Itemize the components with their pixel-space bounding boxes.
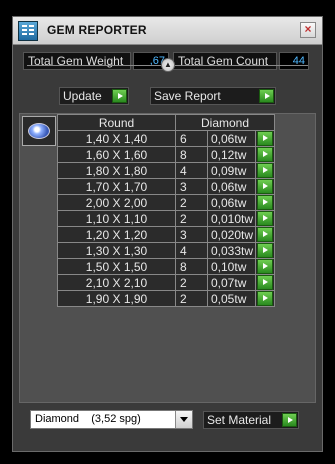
gem-count-cell: 4 xyxy=(175,242,208,259)
material-select-value: Diamond (3,52 spg) xyxy=(35,413,141,425)
save-report-button-label: Save Report xyxy=(154,89,221,103)
play-arrow-icon xyxy=(259,89,274,103)
table-row: 1,20 X 1,20 3 0,020tw xyxy=(57,226,276,243)
gem-weight-cell: 0,09tw xyxy=(206,162,257,179)
table-row: 1,90 X 1,90 2 0,05tw xyxy=(57,290,276,307)
play-arrow-icon xyxy=(257,227,274,242)
gem-weight-cell: 0,06tw xyxy=(206,130,257,147)
update-button-label: Update xyxy=(63,89,102,103)
play-arrow-icon xyxy=(257,259,274,274)
row-select-button[interactable] xyxy=(255,146,276,163)
total-count-label: Total Gem Count xyxy=(173,52,277,70)
title-bar: GEM REPORTER × xyxy=(13,17,322,45)
material-select[interactable]: Diamond (3,52 spg) xyxy=(30,410,193,429)
gem-count-cell: 3 xyxy=(175,226,208,243)
gem-weight-cell: 0,07tw xyxy=(206,274,257,291)
row-select-button[interactable] xyxy=(255,194,276,211)
gem-count-cell: 6 xyxy=(175,130,208,147)
total-weight-label: Total Gem Weight xyxy=(23,52,131,70)
row-select-button[interactable] xyxy=(255,258,276,275)
row-select-button[interactable] xyxy=(255,178,276,195)
play-arrow-icon xyxy=(257,147,274,162)
play-arrow-icon xyxy=(257,243,274,258)
save-report-button[interactable]: Save Report xyxy=(150,87,276,105)
gem-weight-cell: 0,06tw xyxy=(206,194,257,211)
set-material-button-label: Set Material xyxy=(207,413,272,427)
gem-size-cell: 1,70 X 1,70 xyxy=(57,178,176,195)
gem-count-cell: 3 xyxy=(175,178,208,195)
gem-count-cell: 2 xyxy=(175,210,208,227)
play-arrow-icon xyxy=(257,291,274,306)
gem-size-cell: 1,90 X 1,90 xyxy=(57,290,176,307)
gem-size-cell: 1,40 X 1,40 xyxy=(57,130,176,147)
gem-size-cell: 1,50 X 1,50 xyxy=(57,258,176,275)
gem-weight-cell: 0,020tw xyxy=(206,226,257,243)
gem-size-cell: 1,80 X 1,80 xyxy=(57,162,176,179)
window-title: GEM REPORTER xyxy=(47,23,147,37)
column-header-material: Diamond xyxy=(174,114,276,131)
gem-size-cell: 1,20 X 1,20 xyxy=(57,226,176,243)
gem-count-cell: 8 xyxy=(175,258,208,275)
round-gem-icon xyxy=(28,123,50,139)
gem-count-cell: 4 xyxy=(175,162,208,179)
row-select-button[interactable] xyxy=(255,242,276,259)
row-select-button[interactable] xyxy=(255,290,276,307)
table-row: 2,10 X 2,10 2 0,07tw xyxy=(57,274,276,291)
gem-count-cell: 2 xyxy=(175,290,208,307)
table-row: 2,00 X 2,00 2 0,06tw xyxy=(57,194,276,211)
gem-reporter-window: GEM REPORTER × Total Gem Weight ,67 Tota… xyxy=(12,16,323,452)
row-select-button[interactable] xyxy=(255,162,276,179)
table-row: 1,60 X 1,60 8 0,12tw xyxy=(57,146,276,163)
gem-size-cell: 1,30 X 1,30 xyxy=(57,242,176,259)
column-header-shape: Round xyxy=(57,114,176,131)
table-header-row: Round Diamond xyxy=(57,114,276,131)
gem-weight-cell: 0,06tw xyxy=(206,178,257,195)
gem-size-cell: 1,10 X 1,10 xyxy=(57,210,176,227)
table-row: 1,50 X 1,50 8 0,10tw xyxy=(57,258,276,275)
gem-thumbnail[interactable] xyxy=(22,116,56,146)
gem-weight-cell: 0,12tw xyxy=(206,146,257,163)
gem-size-cell: 1,60 X 1,60 xyxy=(57,146,176,163)
set-material-button[interactable]: Set Material xyxy=(203,411,299,429)
table-row: 1,80 X 1,80 4 0,09tw xyxy=(57,162,276,179)
gem-size-cell: 2,00 X 2,00 xyxy=(57,194,176,211)
row-select-button[interactable] xyxy=(255,274,276,291)
total-count-group: Total Gem Count 44 xyxy=(173,52,309,70)
app-icon xyxy=(18,21,38,41)
table-row: 1,10 X 1,10 2 0,010tw xyxy=(57,210,276,227)
gem-size-cell: 2,10 X 2,10 xyxy=(57,274,176,291)
table-row: 1,30 X 1,30 4 0,033tw xyxy=(57,242,276,259)
play-arrow-icon xyxy=(112,89,127,103)
gem-weight-cell: 0,010tw xyxy=(206,210,257,227)
table-row: 1,70 X 1,70 3 0,06tw xyxy=(57,178,276,195)
play-arrow-icon xyxy=(257,195,274,210)
gem-count-cell: 8 xyxy=(175,146,208,163)
play-arrow-icon xyxy=(257,211,274,226)
play-arrow-icon xyxy=(257,275,274,290)
total-count-value: 44 xyxy=(279,52,309,70)
update-button[interactable]: Update xyxy=(59,87,129,105)
row-select-button[interactable] xyxy=(255,210,276,227)
gem-table: Round Diamond 1,40 X 1,40 6 0,06tw 1,60 X 1… xyxy=(57,114,276,307)
total-weight-group: Total Gem Weight ,67 xyxy=(23,52,169,70)
play-arrow-icon xyxy=(257,163,274,178)
gem-weight-cell: 0,033tw xyxy=(206,242,257,259)
table-row: 1,40 X 1,40 6 0,06tw xyxy=(57,130,276,147)
row-select-button[interactable] xyxy=(255,130,276,147)
play-arrow-icon xyxy=(282,413,297,427)
gem-count-cell: 2 xyxy=(175,274,208,291)
chevron-down-icon[interactable] xyxy=(175,411,192,428)
gem-weight-cell: 0,05tw xyxy=(206,290,257,307)
chevron-up-icon[interactable]: ▲ xyxy=(161,58,175,72)
close-icon[interactable]: × xyxy=(300,22,316,38)
gem-weight-cell: 0,10tw xyxy=(206,258,257,275)
play-arrow-icon xyxy=(257,131,274,146)
row-select-button[interactable] xyxy=(255,226,276,243)
gem-table-panel: Round Diamond 1,40 X 1,40 6 0,06tw 1,60 X 1… xyxy=(19,113,316,403)
gem-count-cell: 2 xyxy=(175,194,208,211)
play-arrow-icon xyxy=(257,179,274,194)
